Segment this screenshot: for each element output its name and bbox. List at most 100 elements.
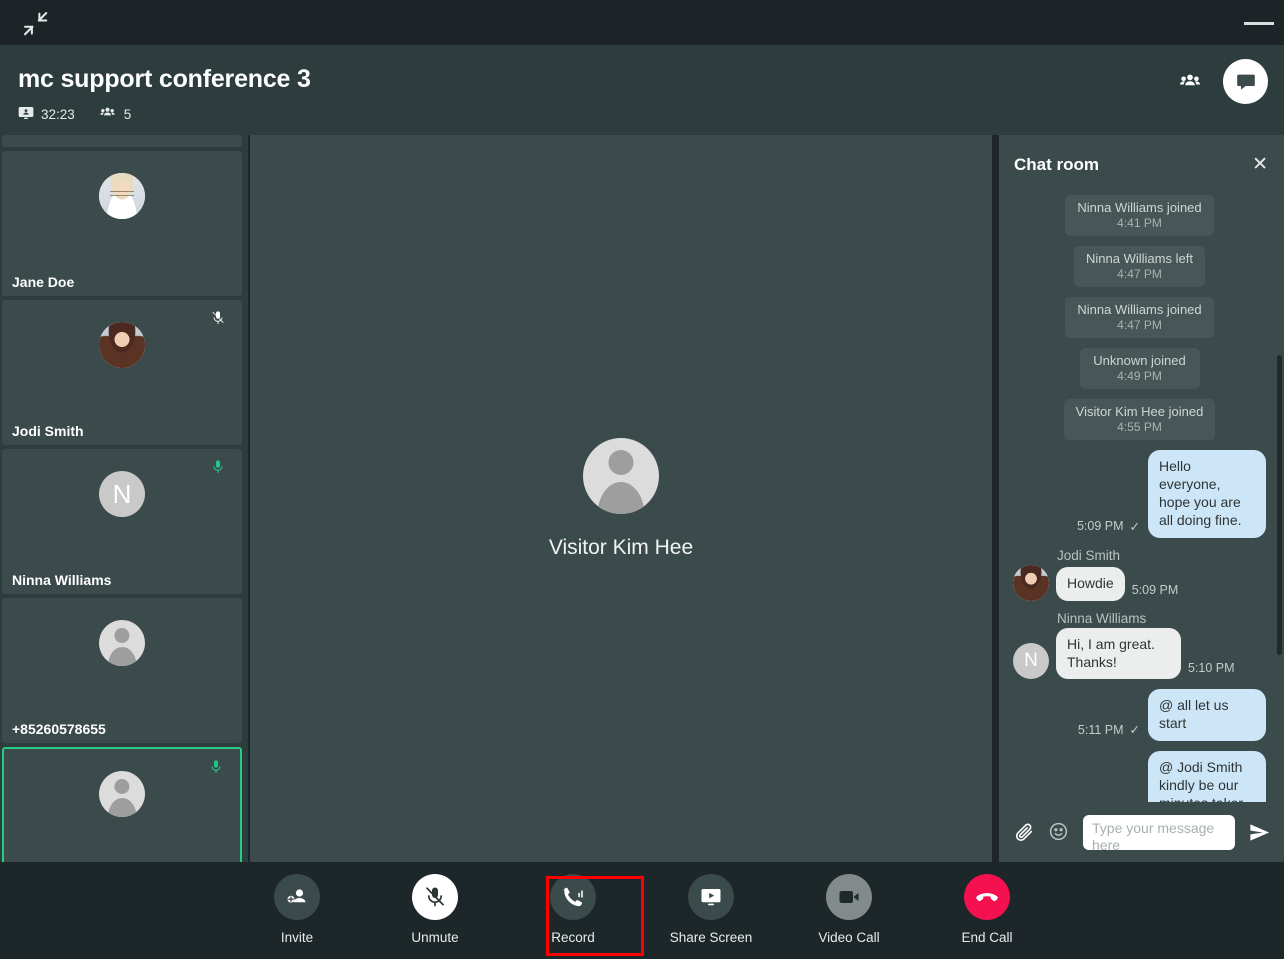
avatar xyxy=(4,771,240,817)
participant-name: Jane Doe xyxy=(12,274,75,290)
message-bubble: @ all let us start xyxy=(1148,689,1266,742)
participant-tile-partial[interactable] xyxy=(2,135,242,147)
avatar-photo-jodi xyxy=(1013,564,1049,601)
paperclip-icon[interactable] xyxy=(1013,821,1035,843)
participant-tile[interactable]: N Ninna Williams xyxy=(2,449,242,594)
call-controls-toolbar: Invite Unmute Record Share Screen Video … xyxy=(0,862,1284,959)
system-message: Ninna Williams joined 4:47 PM xyxy=(1065,297,1214,338)
end-call-button-circle xyxy=(964,874,1010,920)
participant-count: 5 xyxy=(123,107,132,122)
page-title: mc support conference 3 xyxy=(18,65,311,93)
avatar xyxy=(2,620,242,666)
participant-sidebar[interactable]: Jane Doe Jodi Smith N Ninna Williams +85… xyxy=(0,135,248,862)
end-call-icon xyxy=(976,893,998,902)
system-message-time: 4:47 PM xyxy=(1117,267,1162,281)
video-call-button[interactable]: Video Call xyxy=(803,874,895,945)
participant-name: Jodi Smith xyxy=(12,423,84,439)
system-message-time: 4:55 PM xyxy=(1117,420,1162,434)
mic-muted-icon xyxy=(426,887,444,907)
default-person-avatar xyxy=(99,620,145,666)
avatar: N xyxy=(2,471,242,517)
message-bubble: Howdie xyxy=(1056,566,1125,601)
meeting-meta: 32:23 5 xyxy=(18,105,131,124)
participant-tile[interactable]: Jodi Smith xyxy=(2,300,242,445)
add-person-icon xyxy=(287,889,306,903)
avatar-photo-jane xyxy=(99,173,145,219)
message-meta: 5:11 PM ✓ xyxy=(1078,722,1140,741)
header-actions xyxy=(1173,59,1268,104)
message-bubble: Hi, I am great. Thanks! xyxy=(1056,627,1181,680)
collapse-arrows-icon[interactable] xyxy=(20,8,50,38)
chat-message-list[interactable]: Ninna Williams joined 4:41 PM Ninna Will… xyxy=(999,195,1284,802)
message-sender: Ninna Williams xyxy=(1057,610,1147,626)
chat-message-incoming: Ninna Williams N Hi, I am great. Thanks!… xyxy=(1013,611,1266,680)
avatar xyxy=(2,173,242,219)
invite-button-label: Invite xyxy=(280,930,314,945)
invite-button[interactable]: Invite xyxy=(251,874,343,945)
chat-message-input[interactable] xyxy=(1083,814,1235,850)
video-camera-icon xyxy=(839,891,859,903)
end-call-button[interactable]: End Call xyxy=(941,874,1033,945)
avatar-letter: N xyxy=(99,471,145,517)
message-time: 5:09 PM xyxy=(1131,582,1179,597)
system-message-time: 4:49 PM xyxy=(1117,369,1162,383)
mic-muted-icon xyxy=(210,309,226,327)
share-screen-button-label: Share Screen xyxy=(669,930,753,945)
stage-participant-name: Visitor Kim Hee xyxy=(548,535,694,559)
avatar-letter: N xyxy=(1013,643,1049,680)
system-message-text: Visitor Kim Hee joined xyxy=(1075,404,1204,419)
chat-panel: Chat room ✕ Ninna Williams joined 4:41 P… xyxy=(999,135,1284,862)
system-message-time: 4:47 PM xyxy=(1117,318,1162,332)
participant-tile[interactable]: +85260578655 xyxy=(2,598,242,743)
participant-tile-active[interactable]: Visitor Kim Hee xyxy=(2,747,242,862)
meeting-duration: 32:23 xyxy=(41,107,75,122)
message-time: 5:11 PM xyxy=(1077,722,1124,737)
chat-bubble-icon xyxy=(1236,74,1255,90)
people-group-icon xyxy=(98,105,117,124)
message-bubble: @ Jodi Smith kindly be our minutes taker… xyxy=(1148,751,1266,802)
chat-message-outgoing: 5:11 PM ✓ @ Jodi Smith kindly be our min… xyxy=(1013,751,1266,802)
video-call-button-label: Video Call xyxy=(818,930,880,945)
chat-toggle-button[interactable] xyxy=(1223,59,1268,104)
participant-name: +85260578655 xyxy=(12,721,106,737)
message-time: 5:09 PM xyxy=(1076,519,1124,534)
video-call-button-circle xyxy=(826,874,872,920)
send-paper-plane-icon[interactable] xyxy=(1248,821,1270,843)
system-message: Ninna Williams joined 4:41 PM xyxy=(1065,195,1214,236)
chat-composer xyxy=(999,802,1284,862)
avatar-photo-jodi xyxy=(99,322,145,368)
message-sender: Jodi Smith xyxy=(1057,547,1121,563)
message-bubble: Hello everyone, hope you are all doing f… xyxy=(1148,450,1266,538)
record-call-icon xyxy=(563,887,583,906)
share-screen-button[interactable]: Share Screen xyxy=(665,874,757,945)
people-group-icon xyxy=(1180,74,1200,85)
chat-scrollbar[interactable] xyxy=(1277,355,1282,655)
participants-button[interactable] xyxy=(1173,65,1207,99)
system-message: Unknown joined 4:49 PM xyxy=(1079,348,1200,389)
default-person-avatar xyxy=(99,771,145,817)
message-status-check-icon: ✓ xyxy=(1129,723,1140,738)
chat-panel-title: Chat room xyxy=(1014,155,1099,174)
record-button-circle xyxy=(550,874,596,920)
chat-message-incoming: Jodi Smith Howdie 5:09 PM xyxy=(1013,548,1266,601)
default-person-avatar xyxy=(583,437,659,514)
unmute-button[interactable]: Unmute xyxy=(389,874,481,945)
close-icon[interactable]: ✕ xyxy=(1252,155,1268,174)
chat-message-outgoing: 5:09 PM ✓ Hello everyone, hope you are a… xyxy=(1013,450,1266,538)
unmute-button-label: Unmute xyxy=(411,930,459,945)
unmute-button-circle xyxy=(412,874,458,920)
system-message: Ninna Williams left 4:47 PM xyxy=(1074,246,1205,287)
message-time: 5:10 PM xyxy=(1188,661,1235,676)
share-screen-icon xyxy=(701,889,721,906)
system-message-time: 4:41 PM xyxy=(1117,216,1162,230)
invite-button-circle xyxy=(274,874,320,920)
minimize-icon[interactable] xyxy=(1244,22,1274,25)
main-video-stage[interactable]: Visitor Kim Hee xyxy=(250,135,992,862)
share-screen-button-circle xyxy=(688,874,734,920)
window-title-bar xyxy=(0,0,1284,45)
message-meta: 5:09 PM ✓ xyxy=(1077,519,1140,538)
emoji-smiley-icon[interactable] xyxy=(1048,821,1070,843)
avatar xyxy=(2,322,242,368)
record-button[interactable]: Record xyxy=(527,874,619,945)
participant-tile[interactable]: Jane Doe xyxy=(2,151,242,296)
